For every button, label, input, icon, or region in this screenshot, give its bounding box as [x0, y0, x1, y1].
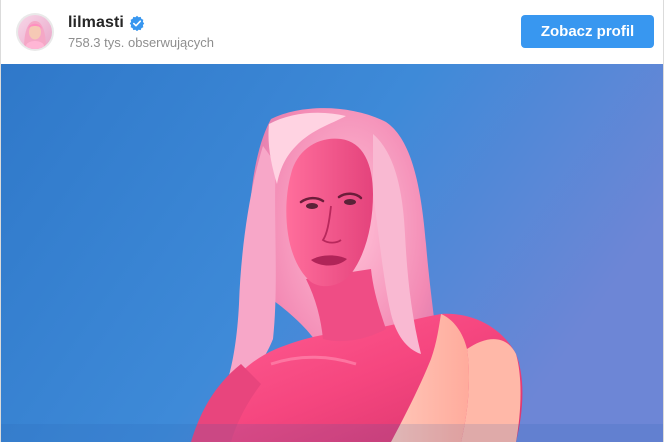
- follower-count: 758.3 tys. obserwujących: [68, 35, 214, 50]
- post-photo[interactable]: [1, 64, 663, 442]
- username[interactable]: lilmasti: [68, 14, 124, 32]
- username-row: lilmasti: [68, 13, 145, 33]
- verified-badge-icon: [129, 15, 145, 31]
- instagram-embed: lilmasti 758.3 tys. obserwujących Zobacz…: [0, 0, 664, 442]
- avatar-image: [18, 15, 52, 49]
- avatar[interactable]: [16, 13, 54, 51]
- post-header: lilmasti 758.3 tys. obserwujących Zobacz…: [1, 0, 663, 64]
- post-photo-image: [1, 64, 663, 442]
- view-profile-button[interactable]: Zobacz profil: [521, 15, 654, 48]
